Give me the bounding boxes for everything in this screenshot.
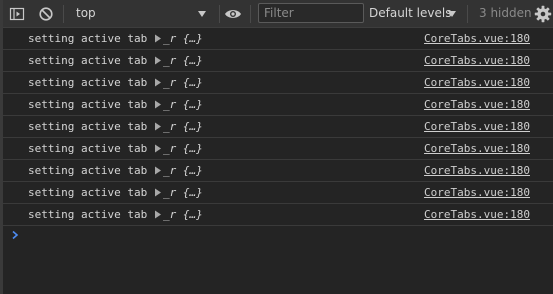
log-source-link[interactable]: CoreTabs.vue:180 (424, 98, 530, 111)
triangle-right-icon[interactable] (154, 56, 162, 65)
sidebar-toggle-icon (9, 7, 25, 21)
triangle-right-icon[interactable] (154, 100, 162, 109)
toolbar-divider (219, 5, 220, 23)
console-log-row: setting active tab _r {…} CoreTabs.vue:1… (3, 138, 553, 160)
console-log-row: setting active tab _r {…} CoreTabs.vue:1… (3, 204, 553, 226)
clear-console-icon (39, 7, 53, 21)
log-message: setting active tab (28, 120, 148, 133)
hidden-messages-count: 3 hidden (479, 6, 532, 20)
log-message: setting active tab (28, 142, 148, 155)
console-toolbar: top Default levels 3 hidden (3, 0, 553, 28)
filter-input[interactable] (258, 3, 364, 23)
log-message: setting active tab (28, 76, 148, 89)
triangle-right-icon[interactable] (154, 166, 162, 175)
log-object-preview[interactable]: _r {…} (163, 164, 203, 177)
log-source-link[interactable]: CoreTabs.vue:180 (424, 208, 530, 221)
log-message: setting active tab (28, 98, 148, 111)
log-object-preview[interactable]: _r {…} (163, 208, 203, 221)
log-object-preview[interactable]: _r {…} (163, 98, 203, 111)
log-message: setting active tab (28, 32, 148, 45)
triangle-down-icon (448, 11, 456, 17)
console-settings-button[interactable] (533, 4, 553, 24)
log-object-preview[interactable]: _r {…} (163, 186, 203, 199)
console-log-row: setting active tab _r {…} CoreTabs.vue:1… (3, 160, 553, 182)
triangle-down-icon (198, 11, 206, 17)
log-source-link[interactable]: CoreTabs.vue:180 (424, 32, 530, 45)
context-selector[interactable]: top (70, 3, 215, 25)
log-source-link[interactable]: CoreTabs.vue:180 (424, 186, 530, 199)
log-object-preview[interactable]: _r {…} (163, 120, 203, 133)
sidebar-toggle-button[interactable] (7, 4, 27, 24)
console-log-row: setting active tab _r {…} CoreTabs.vue:1… (3, 94, 553, 116)
log-source-link[interactable]: CoreTabs.vue:180 (424, 54, 530, 67)
console-log-row: setting active tab _r {…} CoreTabs.vue:1… (3, 50, 553, 72)
log-source-link[interactable]: CoreTabs.vue:180 (424, 76, 530, 89)
chevron-right-icon (12, 230, 19, 240)
triangle-right-icon[interactable] (154, 122, 162, 131)
log-object-preview[interactable]: _r {…} (163, 142, 203, 155)
toolbar-divider (250, 5, 251, 23)
triangle-right-icon[interactable] (154, 34, 162, 43)
live-expression-button[interactable] (222, 4, 244, 24)
toolbar-divider (467, 5, 468, 23)
triangle-right-icon[interactable] (154, 188, 162, 197)
triangle-right-icon[interactable] (154, 210, 162, 219)
log-message: setting active tab (28, 186, 148, 199)
log-source-link[interactable]: CoreTabs.vue:180 (424, 120, 530, 133)
triangle-right-icon[interactable] (154, 144, 162, 153)
log-source-link[interactable]: CoreTabs.vue:180 (424, 142, 530, 155)
console-log-row: setting active tab _r {…} CoreTabs.vue:1… (3, 116, 553, 138)
log-source-link[interactable]: CoreTabs.vue:180 (424, 164, 530, 177)
log-message: setting active tab (28, 54, 148, 67)
log-message: setting active tab (28, 208, 148, 221)
log-levels-label: Default levels (369, 6, 452, 20)
console-prompt-input[interactable] (3, 227, 553, 247)
console-log-row: setting active tab _r {…} CoreTabs.vue:1… (3, 28, 553, 50)
triangle-right-icon[interactable] (154, 78, 162, 87)
gear-icon (534, 5, 552, 23)
clear-console-button[interactable] (36, 4, 56, 24)
log-object-preview[interactable]: _r {…} (163, 32, 203, 45)
toolbar-divider (63, 5, 64, 23)
console-log-row: setting active tab _r {…} CoreTabs.vue:1… (3, 72, 553, 94)
log-message: setting active tab (28, 164, 148, 177)
eye-icon (225, 10, 241, 18)
log-object-preview[interactable]: _r {…} (163, 76, 203, 89)
console-log-row: setting active tab _r {…} CoreTabs.vue:1… (3, 182, 553, 204)
context-label: top (76, 6, 96, 20)
log-levels-dropdown[interactable]: Default levels (369, 3, 461, 25)
log-object-preview[interactable]: _r {…} (163, 54, 203, 67)
console-messages: setting active tab _r {…} CoreTabs.vue:1… (3, 28, 553, 294)
devtools-console-panel: top Default levels 3 hidden (0, 0, 553, 294)
